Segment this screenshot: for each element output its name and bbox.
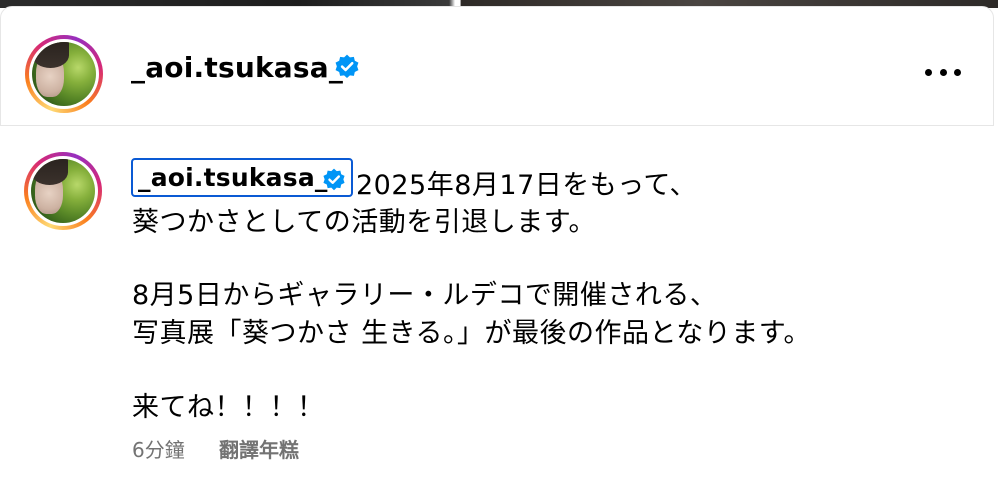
verified-badge-icon (335, 54, 359, 79)
see-translation-button[interactable]: 翻譯年糕 (219, 434, 299, 463)
caption-username[interactable]: _aoi.tsukasa_ (138, 163, 328, 192)
post-header: _aoi.tsukasa_ (0, 6, 994, 126)
caption-username-focus-ring[interactable]: _aoi.tsukasa_ (131, 158, 353, 197)
post-timestamp[interactable]: 6分鐘 (132, 434, 185, 463)
caption-avatar[interactable] (24, 152, 102, 230)
header-username[interactable]: _aoi.tsukasa_ (131, 51, 343, 84)
caption-line: 来てね！！！！ (132, 392, 325, 423)
instagram-post-page: _aoi.tsukasa_ _aoi.tsukasa_ 2025年8月17日をも… (0, 0, 998, 496)
caption-line: 葵つかさとしての活動を引退します。 (132, 207, 596, 238)
caption-line: 写真展「葵つかさ 生きる。」が最後の作品となります。 (132, 318, 812, 349)
more-options-icon[interactable] (925, 65, 961, 79)
verified-badge-icon (323, 168, 345, 191)
caption-line: 2025年8月17日をもって、 (356, 170, 698, 201)
caption-line: 8月5日からギャラリー・ルデコで開催される、 (132, 280, 718, 311)
header-avatar[interactable] (25, 35, 103, 113)
